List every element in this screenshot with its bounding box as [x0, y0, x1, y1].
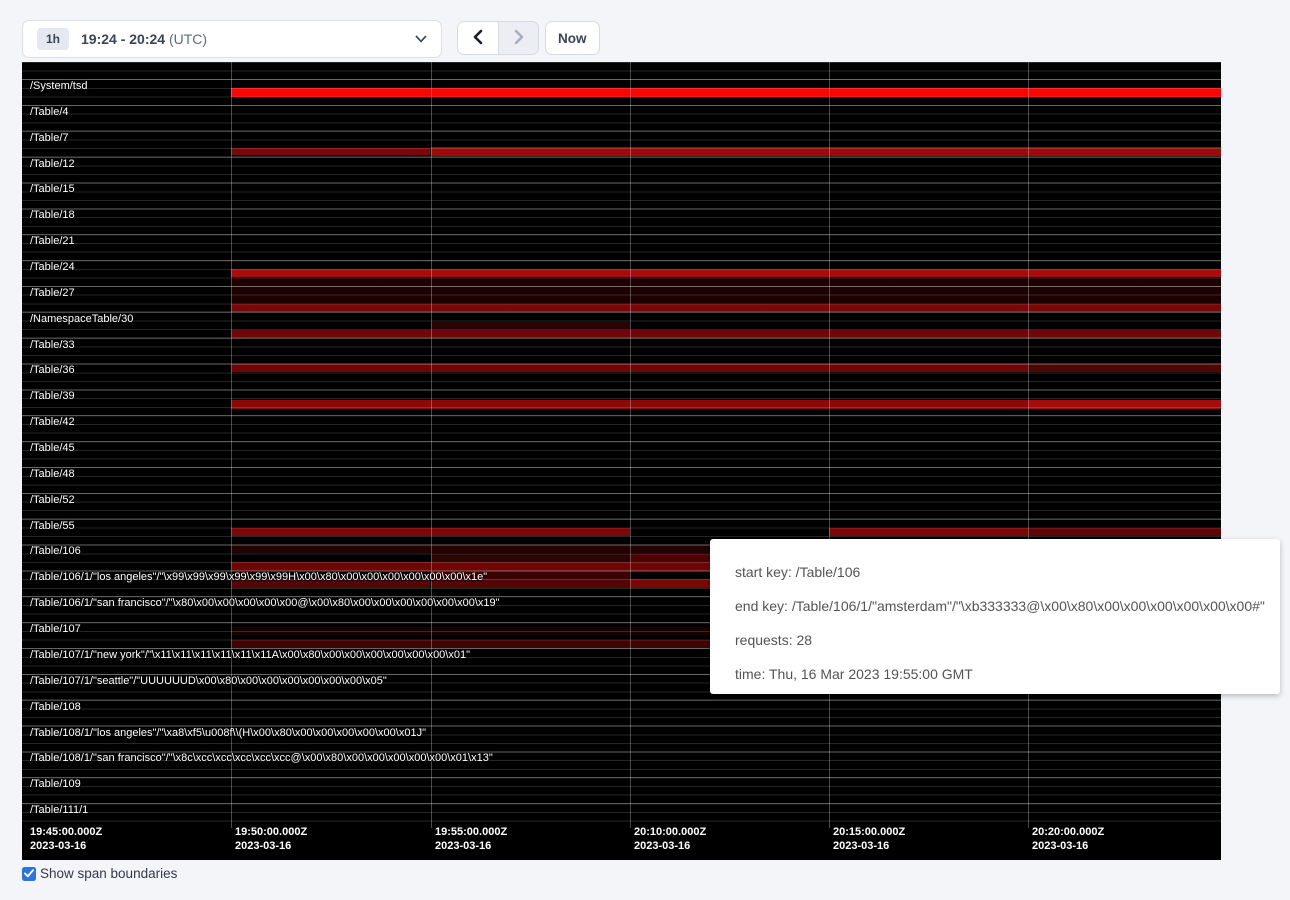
- prev-range-button[interactable]: [458, 22, 498, 54]
- tick-time: 20:15:00.000Z: [833, 825, 905, 839]
- span-key-label: /Table/106/1/"los angeles"/"\x99\x99\x99…: [30, 571, 487, 583]
- span-key-label: /Table/109: [30, 778, 81, 790]
- heatmap-band: [1028, 364, 1221, 372]
- heatmap-band: [431, 579, 630, 588]
- tick-time: 20:20:00.000Z: [1032, 825, 1104, 839]
- chevron-left-icon: [471, 29, 485, 48]
- heatmap-band: [231, 304, 1221, 312]
- range-times: 19:24 - 20:24: [81, 31, 165, 47]
- chevron-down-icon: [415, 35, 427, 43]
- span-key-label: /Table/27: [30, 287, 75, 299]
- time-range-nav: [457, 21, 539, 55]
- heatmap-band: [431, 571, 630, 579]
- heatmap-band: [231, 88, 1221, 97]
- time-axis-tick: 19:45:00.000Z2023-03-16: [30, 825, 102, 853]
- span-key-label: /Table/106/1/"san francisco"/"\x80\x00\x…: [30, 597, 500, 609]
- span-key-label: /Table/108/1/"los angeles"/"\xa8\xf5\u00…: [30, 727, 426, 739]
- time-bucket-line: [829, 62, 830, 828]
- time-axis-tick: 19:55:00.000Z2023-03-16: [435, 825, 507, 853]
- span-key-label: /Table/36: [30, 364, 75, 376]
- range-utc-suffix: (UTC): [169, 31, 207, 47]
- tick-time: 19:45:00.000Z: [30, 825, 102, 839]
- tick-date: 2023-03-16: [634, 839, 706, 853]
- tooltip-time: time: Thu, 16 Mar 2023 19:55:00 GMT: [735, 664, 1255, 685]
- span-key-label: /Table/107/1/"seattle"/"UUUUUUD\x00\x80\…: [30, 675, 387, 687]
- tick-date: 2023-03-16: [435, 839, 507, 853]
- range-text: 19:24 - 20:24 (UTC): [81, 31, 207, 47]
- span-key-label: /NamespaceTable/30: [30, 313, 133, 325]
- tick-date: 2023-03-16: [833, 839, 905, 853]
- heatmap-band: [431, 322, 630, 329]
- span-key-label: /Table/7: [30, 132, 69, 144]
- tooltip-end-key: end key: /Table/106/1/"amsterdam"/"\xb33…: [735, 596, 1255, 617]
- span-key-label: /Table/15: [30, 183, 75, 195]
- heatmap-band: [431, 554, 630, 562]
- heatmap-band: [231, 269, 1221, 277]
- span-key-label: /Table/55: [30, 520, 75, 532]
- time-axis-tick: 20:15:00.000Z2023-03-16: [833, 825, 905, 853]
- heatmap-band: [431, 147, 1221, 156]
- span-key-label: /Table/107/1/"new york"/"\x11\x11\x11\x1…: [30, 649, 470, 661]
- time-axis-tick: 20:10:00.000Z2023-03-16: [634, 825, 706, 853]
- span-key-label: /Table/12: [30, 158, 75, 170]
- chevron-right-icon: [512, 29, 526, 48]
- span-key-label: /System/tsd: [30, 80, 87, 92]
- span-key-label: /Table/4: [30, 106, 69, 118]
- time-bucket-line: [630, 62, 631, 828]
- tick-time: 20:10:00.000Z: [634, 825, 706, 839]
- time-bucket-line: [1028, 62, 1029, 828]
- span-key-label: /Table/24: [30, 261, 75, 273]
- range-duration-badge: 1h: [37, 28, 69, 50]
- tick-time: 19:55:00.000Z: [435, 825, 507, 839]
- span-key-label: /Table/106: [30, 545, 81, 557]
- span-key-label: /Table/111/1: [30, 804, 88, 816]
- heatmap-band: [231, 528, 630, 536]
- span-key-label: /Table/39: [30, 390, 75, 402]
- next-range-button[interactable]: [498, 22, 538, 54]
- time-bucket-line: [231, 62, 232, 828]
- span-key-label: /Table/108/1/"san francisco"/"\x8c\xcc\x…: [30, 752, 493, 764]
- span-key-label: /Table/52: [30, 494, 75, 506]
- time-range-selector[interactable]: 1h 19:24 - 20:24 (UTC): [22, 20, 442, 58]
- heatmap-band: [231, 400, 1028, 409]
- footer-controls: Show span boundaries: [22, 866, 177, 881]
- span-key-label: /Table/42: [30, 416, 75, 428]
- time-axis-tick: 20:20:00.000Z2023-03-16: [1032, 825, 1104, 853]
- heatmap-band: [1028, 528, 1221, 536]
- show-span-boundaries-checkbox[interactable]: [22, 867, 36, 881]
- heatmap-band: [231, 330, 1221, 338]
- tooltip-start-key: start key: /Table/106: [735, 562, 1255, 583]
- tick-date: 2023-03-16: [30, 839, 102, 853]
- heatmap-band: [231, 278, 1221, 304]
- heatmap-band: [231, 148, 430, 155]
- span-key-label: /Table/107: [30, 623, 81, 635]
- key-visualizer-canvas[interactable]: /System/tsd/Table/4/Table/7/Table/12/Tab…: [22, 62, 1221, 860]
- time-bucket-line: [431, 62, 432, 828]
- span-key-label: /Table/18: [30, 209, 75, 221]
- tick-date: 2023-03-16: [1032, 839, 1104, 853]
- tick-time: 19:50:00.000Z: [235, 825, 307, 839]
- checkbox-label: Show span boundaries: [40, 866, 177, 881]
- heatmap-band: [829, 528, 1028, 536]
- span-key-label: /Table/45: [30, 442, 75, 454]
- check-icon: [24, 865, 34, 883]
- heatmap-band: [1028, 400, 1221, 409]
- span-boundary-hlines-major: [22, 79, 1221, 826]
- span-key-label: /Table/48: [30, 468, 75, 480]
- time-axis-tick: 19:50:00.000Z2023-03-16: [235, 825, 307, 853]
- span-key-label: /Table/33: [30, 339, 75, 351]
- tick-date: 2023-03-16: [235, 839, 307, 853]
- tooltip-requests: requests: 28: [735, 630, 1255, 651]
- heatmap-band: [231, 579, 430, 588]
- span-key-label: /Table/108: [30, 701, 81, 713]
- span-key-label: /Table/21: [30, 235, 75, 247]
- heatmap-band: [231, 364, 1028, 372]
- span-boundary-hlines: [22, 62, 1221, 826]
- now-button[interactable]: Now: [545, 21, 600, 55]
- hover-tooltip: start key: /Table/106 end key: /Table/10…: [710, 539, 1280, 694]
